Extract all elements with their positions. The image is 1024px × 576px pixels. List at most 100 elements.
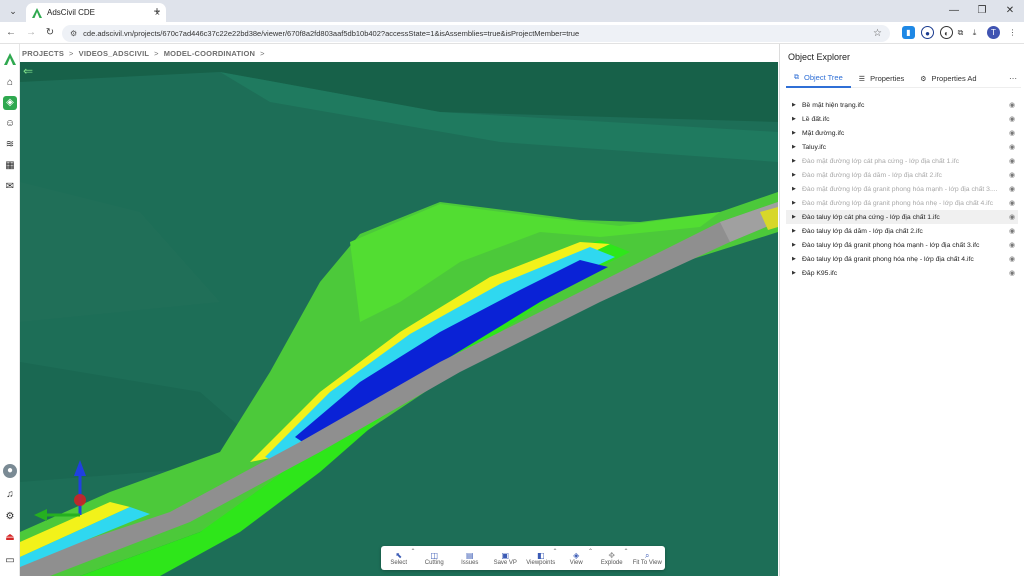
close-window-icon[interactable]: ✕	[996, 0, 1024, 22]
tree-item[interactable]: ▶ Taluy.ifc ◉	[786, 140, 1018, 154]
user-icon[interactable]: ☺	[3, 117, 17, 131]
breadcrumb-model-coordination[interactable]: MODEL-COORDINATION	[164, 49, 255, 58]
restore-icon[interactable]: ❐	[968, 0, 996, 22]
tree-item[interactable]: ▶ Mặt đường.ifc ◉	[786, 126, 1018, 140]
tool-save-vp[interactable]: ▣ Save VP	[488, 546, 524, 570]
tree-item[interactable]: ▶ Đào mặt đường lớp đá granit phong hóa n…	[786, 196, 1018, 210]
tree-item[interactable]: ▶ Đào mặt đường lớp đá dăm - lớp địa chất…	[786, 168, 1018, 182]
logout-icon[interactable]: ⏏	[3, 531, 17, 545]
visibility-eye-icon[interactable]: ◉	[1006, 227, 1018, 235]
stack-icon[interactable]: ≋	[3, 138, 17, 152]
tree-item[interactable]: ▶ Bề mặt hiện trạng.ifc ◉	[786, 98, 1018, 112]
breadcrumb-projects[interactable]: PROJECTS	[22, 49, 64, 58]
visibility-eye-icon[interactable]: ◉	[1006, 171, 1018, 179]
tree-item[interactable]: ▶ Đắp K95.ifc ◉	[786, 266, 1018, 280]
panel-toggle-icon[interactable]: ▭	[3, 554, 17, 568]
tab-search-icon[interactable]: ⌄	[6, 4, 20, 18]
3d-viewport[interactable]: ⇐	[20, 62, 778, 576]
visibility-eye-icon[interactable]: ◉	[1006, 185, 1018, 193]
visibility-eye-icon[interactable]: ◉	[1006, 199, 1018, 207]
tree-item-label: Bề mặt hiện trạng.ifc	[802, 101, 865, 109]
tool-view[interactable]: ◈ View ⌃	[559, 546, 595, 570]
expand-caret-icon[interactable]: ▶	[792, 242, 802, 248]
view-cube-icon: ◈	[573, 550, 580, 560]
home-icon[interactable]: ⌂	[3, 76, 17, 90]
extension-icon-2[interactable]: ●	[921, 26, 934, 39]
tree-item[interactable]: ▶ Lề đất.ifc ◉	[786, 112, 1018, 126]
extensions-puzzle-icon[interactable]: ⧉	[954, 26, 967, 39]
browser-menu-icon[interactable]: ⋮	[1006, 26, 1019, 39]
mail-icon[interactable]: ✉	[3, 180, 17, 194]
site-info-icon[interactable]: ⚙	[70, 29, 77, 38]
visibility-eye-icon[interactable]: ◉	[1006, 101, 1018, 109]
expand-caret-icon[interactable]: ▶	[792, 116, 802, 122]
new-tab-button[interactable]: +	[150, 4, 164, 18]
address-bar[interactable]: ⚙ cde.adscivil.vn/projects/670c7ad446c37…	[62, 25, 890, 42]
tab-object-tree[interactable]: ⧉ Object Tree	[786, 70, 851, 88]
visibility-eye-icon[interactable]: ◉	[1006, 143, 1018, 151]
apps-icon[interactable]: ▦	[3, 159, 17, 173]
more-options-icon[interactable]: ⋯	[1009, 74, 1021, 83]
tool-label: View	[569, 559, 583, 566]
visibility-eye-icon[interactable]: ◉	[1006, 157, 1018, 165]
browser-tab[interactable]: AdsCivil CDE ×	[26, 3, 166, 22]
expand-caret-icon[interactable]: ▶	[792, 158, 802, 164]
back-icon[interactable]: ←	[4, 26, 18, 40]
extension-icon[interactable]: ▮	[902, 26, 915, 39]
expand-caret-icon[interactable]: ▶	[792, 186, 802, 192]
visibility-eye-icon[interactable]: ◉	[1006, 241, 1018, 249]
tree-item[interactable]: ▶ Đào mặt đường lớp đá granit phong hóa m…	[786, 182, 1018, 196]
tab-properties[interactable]: ☰ Properties	[851, 70, 912, 88]
chevron-up-icon[interactable]: ⌃	[623, 548, 628, 555]
download-icon[interactable]: ⤓	[968, 26, 981, 39]
visibility-eye-icon[interactable]: ◉	[1006, 213, 1018, 221]
tool-label: Viewpoints	[526, 559, 556, 566]
tree-item[interactable]: ▶ Đào taluy lớp đá granit phong hóa mạnh …	[786, 238, 1018, 252]
tab-label: Properties	[870, 74, 905, 83]
forward-icon[interactable]: →	[24, 26, 38, 40]
tab-properties-advanced[interactable]: ⚙ Properties Ad	[912, 70, 984, 88]
tool-issues[interactable]: ▤ Issues	[452, 546, 488, 570]
settings-gear-icon[interactable]: ⚙	[3, 510, 17, 524]
tree-item[interactable]: ▶ Đào taluy lớp đá dăm - lớp địa chất 2.i…	[786, 224, 1018, 238]
adscivil-logo-icon[interactable]	[3, 52, 17, 66]
visibility-eye-icon[interactable]: ◉	[1006, 115, 1018, 123]
tool-fit-to-view[interactable]: ⌕ Fit To View	[630, 546, 666, 570]
chevron-up-icon[interactable]: ⌃	[588, 548, 593, 555]
tool-viewpoints[interactable]: ◧ Viewpoints ⌃	[523, 546, 559, 570]
expand-caret-icon[interactable]: ▶	[792, 256, 802, 262]
expand-caret-icon[interactable]: ▶	[792, 270, 802, 276]
avatar[interactable]: ●	[3, 464, 17, 478]
expand-caret-icon[interactable]: ▶	[792, 214, 802, 220]
back-arrow-icon[interactable]: ⇐	[23, 64, 33, 78]
tree-item[interactable]: ▶ Đào mặt đường lớp cát pha cứng - lớp đị…	[786, 154, 1018, 168]
chevron-up-icon[interactable]: ⌃	[552, 548, 557, 555]
visibility-eye-icon[interactable]: ◉	[1006, 255, 1018, 263]
tool-explode[interactable]: ✥ Explode ⌃	[594, 546, 630, 570]
bookmark-star-icon[interactable]: ☆	[873, 28, 882, 39]
tool-select[interactable]: ⬉ Select ⌃	[381, 546, 417, 570]
minimize-icon[interactable]: —	[940, 0, 968, 22]
visibility-eye-icon[interactable]: ◉	[1006, 269, 1018, 277]
chevron-up-icon[interactable]: ⌃	[410, 548, 415, 555]
expand-caret-icon[interactable]: ▶	[792, 228, 802, 234]
breadcrumb-videos[interactable]: VIDEOS_ADSCIVIL	[79, 49, 150, 58]
tree-item[interactable]: ▶ Đào taluy lớp cát pha cứng - lớp địa ch…	[786, 210, 1018, 224]
expand-caret-icon[interactable]: ▶	[792, 102, 802, 108]
profile-avatar[interactable]: T	[987, 26, 1000, 39]
visibility-eye-icon[interactable]: ◉	[1006, 129, 1018, 137]
tree-item-label: Đào taluy lớp đá dăm - lớp địa chất 2.if…	[802, 227, 923, 235]
expand-caret-icon[interactable]: ▶	[792, 200, 802, 206]
tree-item[interactable]: ▶ Đào taluy lớp đá granit phong hóa nhẹ -…	[786, 252, 1018, 266]
expand-caret-icon[interactable]: ▶	[792, 144, 802, 150]
extension-icon-3[interactable]: ◐	[940, 26, 953, 39]
explorer-tabs: ⧉ Object Tree ☰ Properties ⚙ Properties …	[786, 70, 1021, 88]
bell-icon[interactable]: ♫	[3, 488, 17, 502]
expand-caret-icon[interactable]: ▶	[792, 172, 802, 178]
expand-caret-icon[interactable]: ▶	[792, 130, 802, 136]
reload-icon[interactable]: ↻	[43, 26, 57, 40]
tool-cutting[interactable]: ◫ Cutting	[417, 546, 453, 570]
layers-icon[interactable]: ◈	[3, 96, 17, 110]
tool-label: Save VP	[493, 559, 517, 566]
tab-label: Properties Ad	[931, 74, 977, 83]
